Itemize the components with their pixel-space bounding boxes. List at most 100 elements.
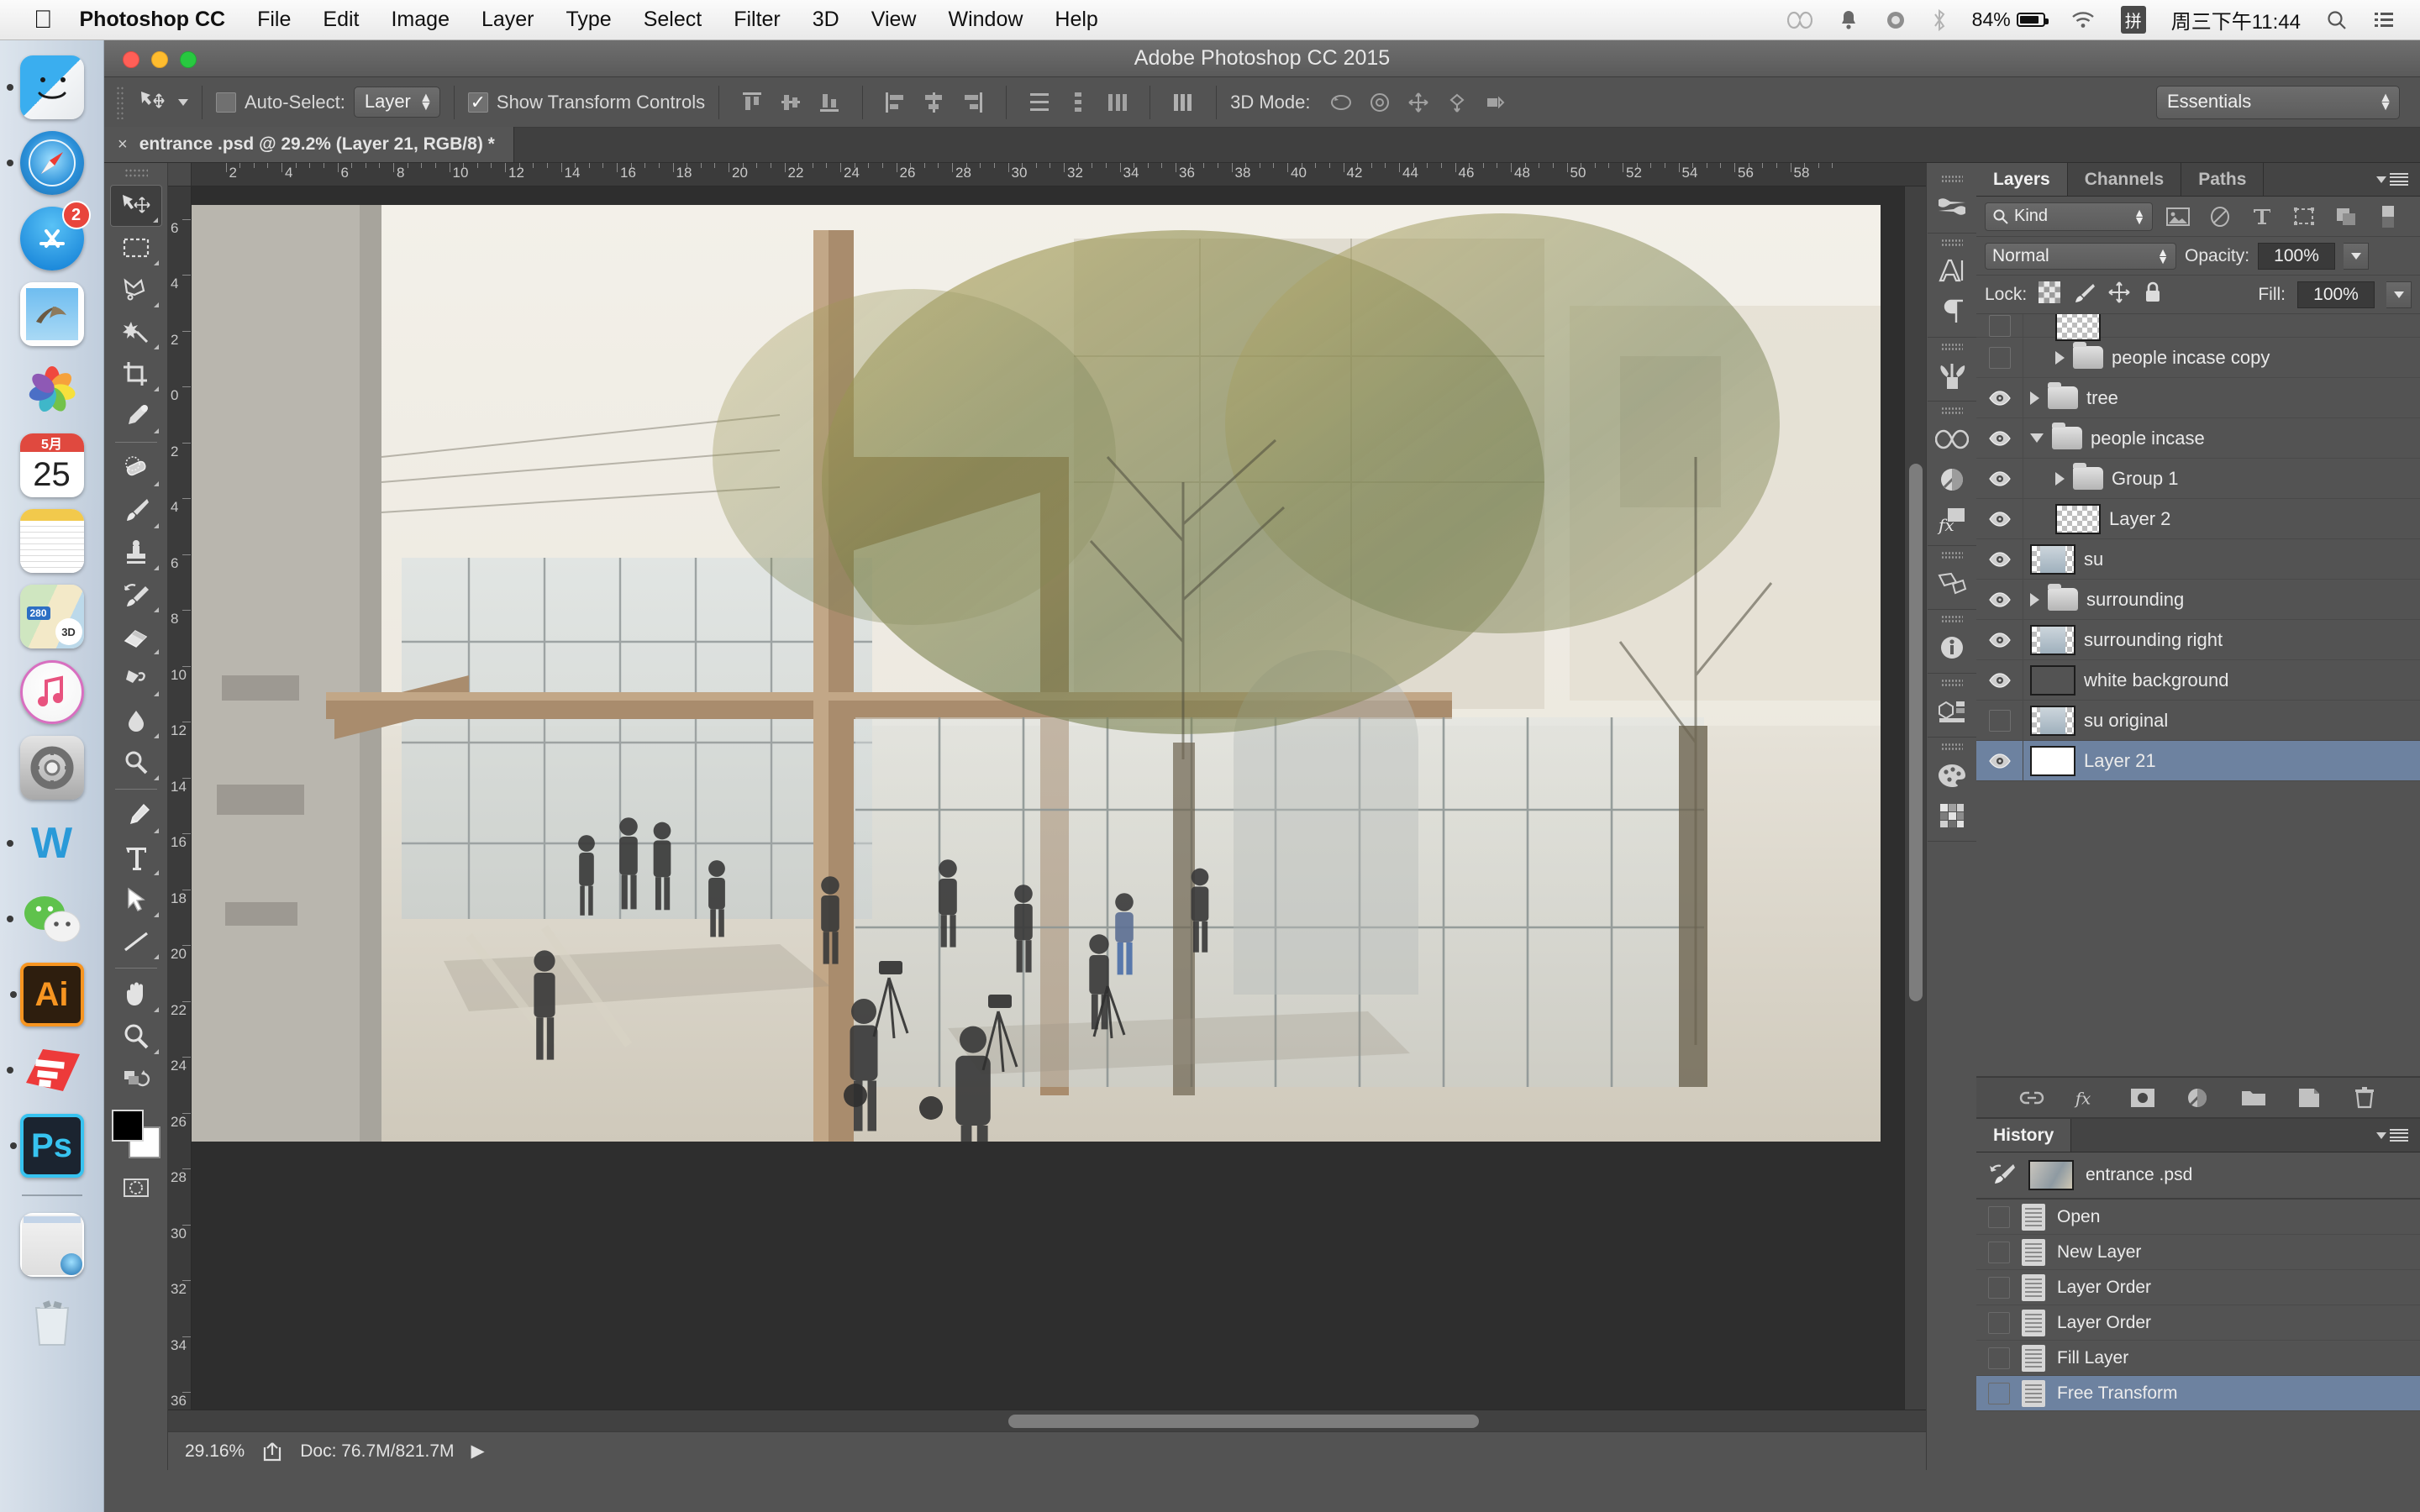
- spotlight-search-icon[interactable]: [2326, 9, 2348, 31]
- layer-list[interactable]: people incase copy tree people incase Group…: [1976, 314, 2420, 1077]
- share-icon[interactable]: [261, 1441, 283, 1462]
- layer-disclosure-triangle-icon[interactable]: [2030, 433, 2044, 443]
- align-right-edges-icon[interactable]: [959, 89, 987, 116]
- layer-row[interactable]: surrounding: [1976, 580, 2420, 620]
- zoom-tool[interactable]: [110, 1016, 162, 1058]
- close-button[interactable]: [123, 51, 139, 68]
- edit-toolbar-icon[interactable]: [110, 1058, 162, 1100]
- dock-item-maps[interactable]: 280 3D: [19, 585, 84, 648]
- tools-panel-grip[interactable]: [124, 168, 148, 178]
- tab-history[interactable]: History: [1976, 1119, 2072, 1152]
- layer-visibility-empty-box[interactable]: [1976, 314, 2023, 337]
- vertical-ruler[interactable]: 6 4 2 0 2 4 6 8 10 12 14 16 18 20 22 24 26 28 30 32 34 36: [168, 186, 192, 1410]
- panel-grip-4[interactable]: [1940, 407, 1963, 414]
- minimize-button[interactable]: [151, 51, 168, 68]
- layer-visibility-empty-box[interactable]: [1976, 701, 2023, 740]
- layers-panel-menu-button[interactable]: [2365, 163, 2420, 196]
- align-vertical-centers-icon[interactable]: [776, 89, 805, 116]
- brush-icon[interactable]: [1933, 359, 1971, 392]
- notification-center-icon[interactable]: [2373, 11, 2395, 29]
- layer-visibility-eye-icon[interactable]: [1976, 741, 2023, 780]
- crop-tool[interactable]: [110, 353, 162, 395]
- layer-visibility-eye-icon[interactable]: [1976, 459, 2023, 498]
- lock-all-icon[interactable]: [2143, 281, 2163, 309]
- blend-mode-dropdown[interactable]: Normal ▲ ▼: [1985, 242, 2176, 270]
- align-left-edges-icon[interactable]: [881, 89, 910, 116]
- history-state-checkbox[interactable]: [1988, 1276, 2010, 1299]
- dock-item-sketchup[interactable]: [6, 1038, 84, 1102]
- tab-channels[interactable]: Channels: [2068, 163, 2182, 196]
- history-state-row[interactable]: Layer Order: [1976, 1305, 2420, 1341]
- dock-item-wechat[interactable]: [6, 887, 84, 951]
- 3d-roll-icon[interactable]: [1365, 89, 1394, 116]
- layer-disclosure-triangle-icon[interactable]: [2055, 350, 2065, 365]
- menu-item-window[interactable]: Window: [948, 8, 1023, 32]
- layer-row[interactable]: su: [1976, 539, 2420, 580]
- canvas-stage[interactable]: [192, 186, 1904, 1410]
- layer-row-body[interactable]: surrounding: [2023, 584, 2420, 611]
- align-bottom-edges-icon[interactable]: [815, 89, 844, 116]
- history-state-list[interactable]: Open New Layer Layer Order Layer Order Fill …: [1976, 1200, 2420, 1411]
- window-title-bar[interactable]: Adobe Photoshop CC 2015: [104, 40, 2420, 77]
- layer-visibility-empty-box[interactable]: [1976, 338, 2023, 377]
- panel-grip-5[interactable]: [1940, 551, 1963, 559]
- layer-thumbnail[interactable]: [2030, 705, 2075, 736]
- new-group-icon[interactable]: [2240, 1085, 2267, 1110]
- history-snapshot-row[interactable]: entrance .psd: [1976, 1152, 2420, 1200]
- distribute-bottom-edges-icon[interactable]: [1102, 89, 1131, 116]
- 3d-slide-icon[interactable]: [1443, 89, 1471, 116]
- menu-item-type[interactable]: Type: [566, 8, 612, 32]
- document-artwork[interactable]: [192, 205, 1881, 1142]
- panel-grip-7[interactable]: [1940, 679, 1963, 686]
- menu-item-filter[interactable]: Filter: [734, 8, 781, 32]
- menu-item-help[interactable]: Help: [1055, 8, 1097, 32]
- layer-row-body[interactable]: surrounding right: [2023, 624, 2420, 655]
- 3d-panel-icon[interactable]: [1933, 567, 1971, 601]
- layer-thumbnail[interactable]: [2030, 664, 2075, 696]
- vertical-scrollbar-thumb[interactable]: [1909, 464, 1923, 1001]
- layer-row[interactable]: white background: [1976, 660, 2420, 701]
- layer-visibility-eye-icon[interactable]: [1976, 539, 2023, 579]
- menu-item-edit[interactable]: Edit: [323, 8, 359, 32]
- menu-item-file[interactable]: File: [257, 8, 291, 32]
- options-bar-grip[interactable]: [116, 85, 124, 119]
- show-transform-controls-checkbox[interactable]: ✓: [467, 92, 488, 113]
- distribute-vertical-centers-icon[interactable]: [1064, 89, 1092, 116]
- character-panel-icon[interactable]: [1933, 255, 1971, 288]
- layer-visibility-eye-icon[interactable]: [1976, 620, 2023, 659]
- wifi-icon[interactable]: [2070, 10, 2096, 30]
- quick-mask-icon[interactable]: [110, 1167, 162, 1209]
- filter-adjustment-icon[interactable]: [2203, 203, 2237, 230]
- distribute-top-edges-icon[interactable]: [1025, 89, 1054, 116]
- history-state-checkbox[interactable]: [1988, 1382, 2010, 1404]
- layer-thumbnail[interactable]: [2030, 624, 2075, 655]
- layer-thumbnail[interactable]: [2055, 503, 2101, 534]
- dock-minimized-window[interactable]: [19, 1213, 84, 1277]
- canvas-vertical-scrollbar[interactable]: [1904, 186, 1926, 1410]
- pen-tool[interactable]: [110, 795, 162, 837]
- layer-row-body[interactable]: [2023, 314, 2420, 341]
- lock-position-icon[interactable]: [2107, 281, 2131, 309]
- layer-visibility-eye-icon[interactable]: [1976, 418, 2023, 458]
- path-selection-tool[interactable]: [110, 879, 162, 921]
- menu-item-layer[interactable]: Layer: [481, 8, 534, 32]
- layer-row[interactable]: Layer 2: [1976, 499, 2420, 539]
- history-state-checkbox[interactable]: [1988, 1347, 2010, 1369]
- filter-type-icon[interactable]: [2245, 203, 2279, 230]
- layer-thumbnail[interactable]: [2030, 543, 2075, 575]
- layer-row[interactable]: su original: [1976, 701, 2420, 741]
- document-tab[interactable]: × entrance .psd @ 29.2% (Layer 21, RGB/8…: [104, 127, 514, 162]
- layer-row[interactable]: Group 1: [1976, 459, 2420, 499]
- lock-transparent-pixels-icon[interactable]: [2039, 281, 2061, 308]
- dock-item-photoshop[interactable]: Ps: [9, 1114, 84, 1178]
- panel-grip-8[interactable]: [1940, 743, 1963, 750]
- layer-visibility-eye-icon[interactable]: [1976, 660, 2023, 700]
- tab-layers[interactable]: Layers: [1976, 163, 2068, 196]
- fill-value[interactable]: 100%: [2297, 281, 2375, 308]
- magic-wand-tool[interactable]: [110, 311, 162, 353]
- auto-select-checkbox[interactable]: [216, 92, 236, 113]
- 3d-rotate-icon[interactable]: [1327, 89, 1355, 116]
- layer-row[interactable]: people incase: [1976, 418, 2420, 459]
- history-state-row[interactable]: Fill Layer: [1976, 1341, 2420, 1376]
- dock-item-trash[interactable]: [20, 1289, 84, 1352]
